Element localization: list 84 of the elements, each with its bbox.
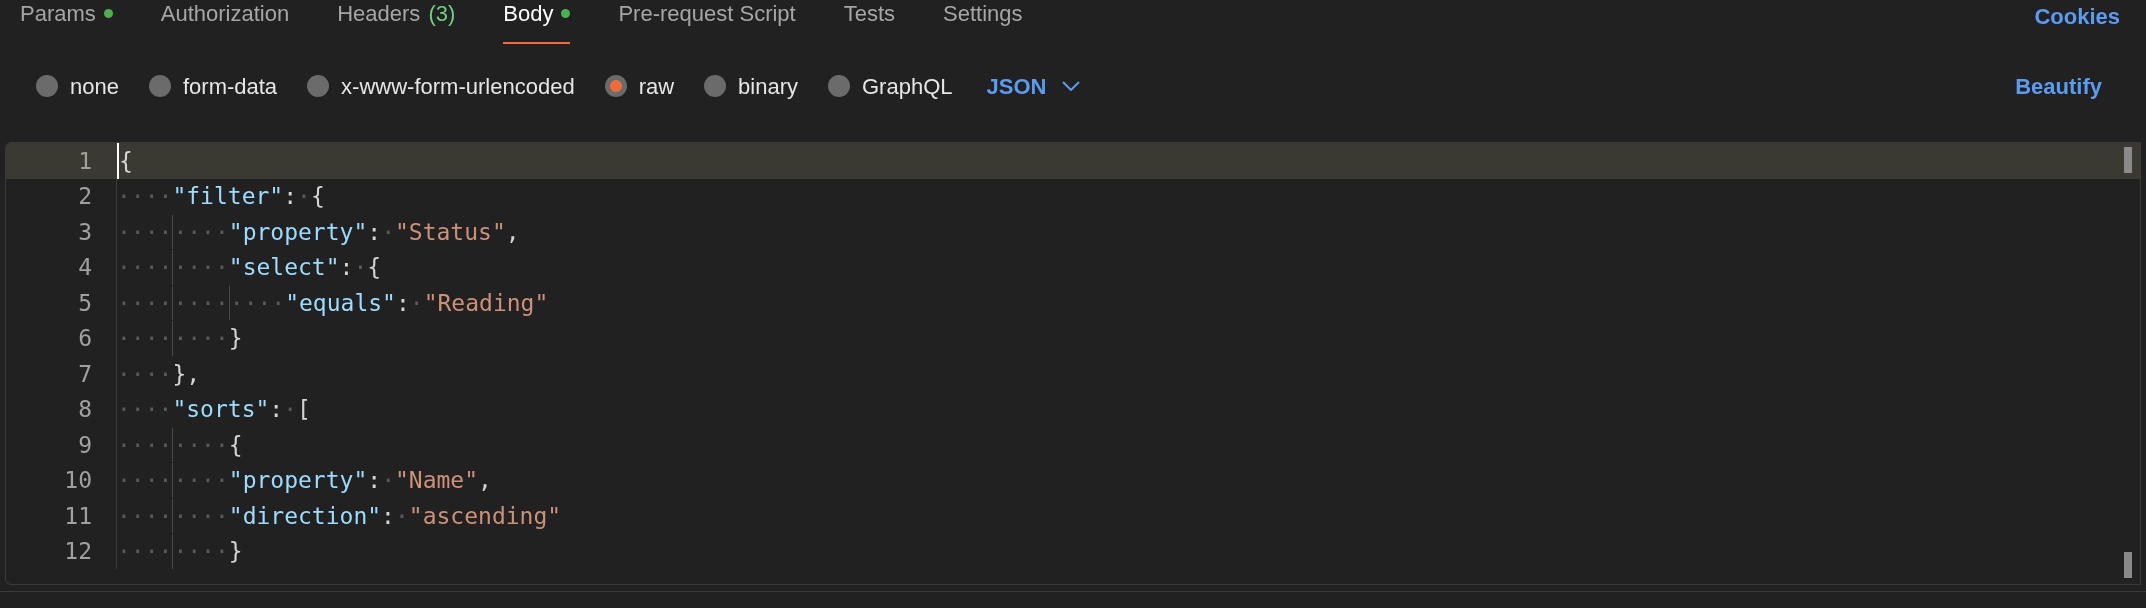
indent-marker: ····	[117, 288, 173, 318]
json-punctuation: :	[367, 217, 382, 247]
json-punctuation: :	[395, 288, 410, 318]
line-number: 6	[77, 324, 92, 353]
count-label: (3)	[428, 0, 456, 28]
tab[interactable]: Tests	[843, 0, 896, 44]
json-punctuation: [	[297, 395, 311, 424]
whitespace-marker: ·	[297, 182, 311, 211]
radio-icon[interactable]	[36, 75, 58, 97]
scrollbar-thumb[interactable]	[2124, 147, 2132, 173]
line-number: 5	[77, 288, 92, 318]
json-punctuation: ,	[478, 466, 492, 495]
whitespace-marker: ·	[381, 466, 395, 495]
line-number: 2	[77, 182, 92, 211]
indent-marker: ····	[117, 430, 173, 460]
json-punctuation: }	[228, 537, 243, 566]
json-punctuation: :	[381, 501, 395, 531]
tab[interactable]: Body	[503, 0, 571, 44]
whitespace-marker: ·	[381, 217, 395, 247]
whitespace-marker: ·	[283, 395, 298, 424]
json-string: "Reading"	[423, 288, 549, 318]
radio-option[interactable]: x-www-form-urlencoded	[307, 69, 575, 103]
indent-marker: ····	[117, 324, 173, 353]
json-string: "ascending"	[408, 501, 562, 531]
line-number: 12	[63, 537, 92, 566]
tab[interactable]: Pre-request Script	[618, 0, 796, 44]
radio-icon[interactable]	[307, 75, 330, 97]
line-number: 3	[77, 217, 92, 247]
tab[interactable]: Settings	[943, 0, 1023, 44]
scrollbar-thumb[interactable]	[2124, 552, 2132, 578]
json-punctuation: :	[367, 466, 382, 495]
chevron-down-icon	[1062, 81, 1081, 91]
cookies-link[interactable]: Cookies	[2034, 0, 2120, 33]
json-key: "property"	[228, 463, 368, 498]
json-punctuation: :	[339, 253, 354, 282]
indent-marker: ····	[117, 395, 173, 424]
radio-icon[interactable]	[604, 75, 627, 97]
radio-option[interactable]: form-data	[148, 69, 278, 103]
json-key: "sorts"	[172, 392, 270, 427]
radio-option[interactable]: raw	[604, 69, 675, 103]
indent-marker: ····	[117, 466, 173, 495]
radio-icon[interactable]	[704, 75, 727, 97]
indent-marker: ····	[117, 359, 173, 389]
tab[interactable]: Authorization	[160, 0, 290, 44]
line-number: 9	[77, 430, 92, 460]
json-punctuation: ,	[505, 217, 520, 247]
json-string: "Status"	[395, 217, 506, 247]
json-key: "equals"	[285, 285, 396, 320]
whitespace-marker: ·	[409, 288, 424, 318]
json-punctuation: :	[269, 395, 284, 424]
indent-marker: ····	[117, 217, 173, 247]
whitespace-marker: ·	[353, 253, 368, 282]
line-number: 11	[63, 501, 92, 531]
line-number: 10	[63, 466, 92, 495]
whitespace-marker: ·	[394, 501, 409, 531]
radio-option[interactable]: binary	[704, 69, 798, 103]
json-punctuation: }	[228, 324, 243, 353]
radio-option[interactable]: GraphQL	[828, 69, 953, 103]
indent-marker: ····	[117, 501, 173, 531]
json-key: "select"	[228, 250, 340, 285]
indent-marker: ····	[117, 537, 173, 566]
json-punctuation: {	[228, 430, 243, 460]
radio-icon[interactable]	[148, 75, 171, 97]
line-number: 4	[77, 253, 92, 282]
json-string: "Name"	[395, 466, 479, 495]
json-punctuation: {	[119, 146, 133, 176]
json-punctuation: },	[172, 359, 201, 389]
indent-marker: ····	[117, 253, 173, 282]
json-key: "direction"	[228, 498, 382, 533]
radio-option[interactable]: none	[36, 69, 119, 103]
beautify-link[interactable]: Beautify	[2015, 69, 2102, 103]
json-key: "filter"	[172, 179, 284, 214]
radio-icon[interactable]	[828, 75, 850, 97]
json-punctuation: :	[283, 182, 298, 211]
format-dropdown[interactable]: JSON	[986, 69, 1081, 103]
tab[interactable]: Headers (3)	[337, 0, 456, 44]
indent-marker: ····	[117, 182, 173, 211]
tab[interactable]: Params	[20, 0, 113, 44]
line-number: 1	[77, 146, 92, 176]
line-number: 7	[77, 359, 92, 389]
line-number: 8	[77, 395, 92, 424]
json-punctuation: {	[367, 253, 382, 282]
json-punctuation: {	[310, 182, 325, 211]
json-key: "property"	[228, 214, 368, 249]
